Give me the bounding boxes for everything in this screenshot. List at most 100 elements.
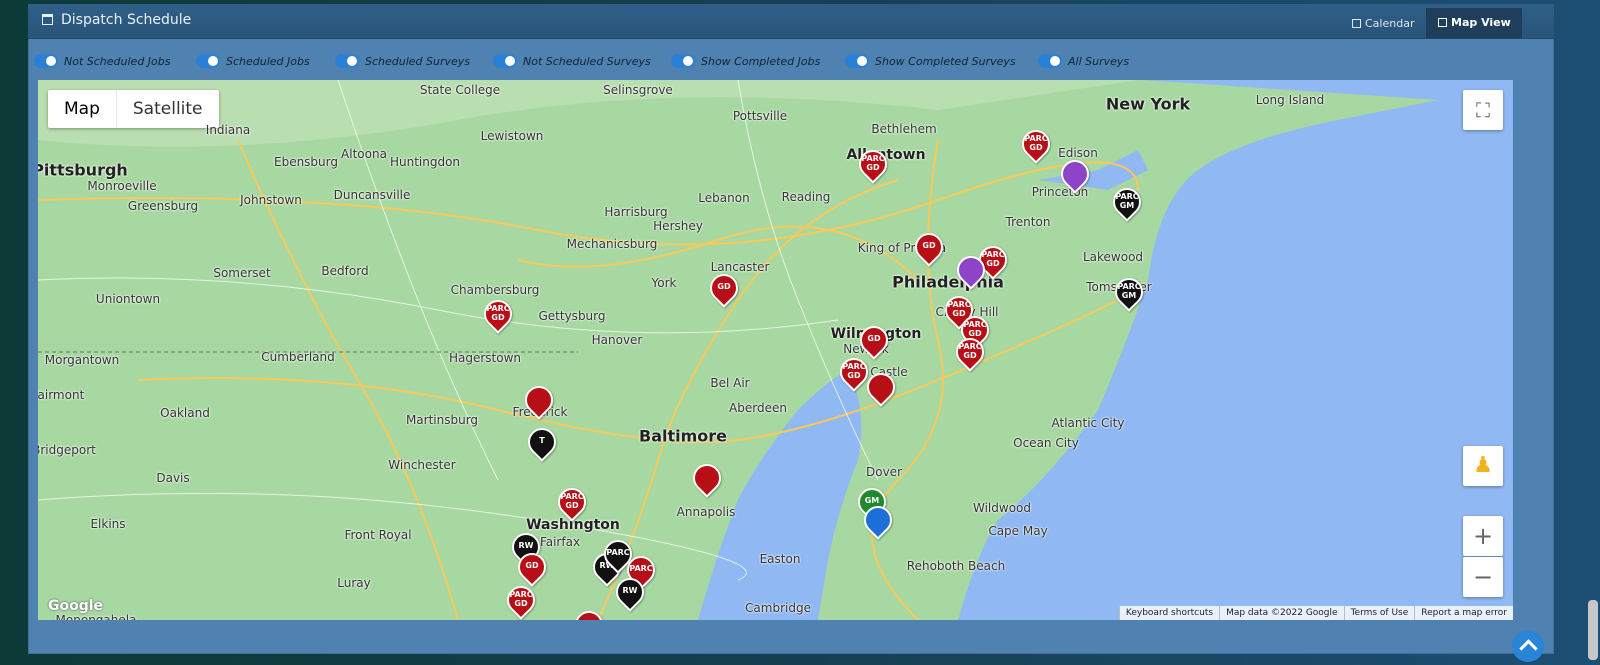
map-marker-pin[interactable]: PARC GD [552,482,592,528]
city-label: Edison [1058,146,1098,160]
city-label: Selinsgrove [603,83,673,97]
keyboard-shortcuts-link[interactable]: Keyboard shortcuts [1118,606,1219,620]
marker-label: GD [867,334,881,343]
map-marker-pin[interactable] [687,458,727,504]
map-marker-pin[interactable] [858,500,898,546]
marker-label: GM [864,496,880,505]
map-marker-pin[interactable]: PARC GD [834,352,874,398]
city-label: Hagerstown [448,351,522,365]
tab-calendar[interactable]: Calendar [1342,10,1424,38]
city-label: Davis [156,471,190,485]
city-label: Easton [759,552,801,566]
filter-bar: Not Scheduled Jobs Scheduled Jobs Schedu… [28,46,1554,76]
toggle-switch[interactable] [845,54,869,68]
toggle-switch[interactable] [671,54,695,68]
map-marker-pin[interactable]: GD [909,227,949,273]
zoom-out-button[interactable]: − [1463,557,1503,597]
city-label: Uniontown [95,292,161,306]
toggle-switch[interactable] [493,54,517,68]
map-type-satellite-button[interactable]: Satellite [117,90,219,128]
city-label: Ebensburg [273,155,339,169]
city-label: Front Royal [344,528,412,542]
scroll-to-top-button[interactable] [1512,630,1544,662]
filter-show-completed-jobs[interactable]: Show Completed Jobs [671,54,820,74]
city-label: Mechanicsburg [566,237,658,251]
city-label: Bedford [321,264,369,278]
city-label: Bridgeport [38,443,96,457]
marker-label: PARC GM [1117,282,1141,300]
panel-title: Dispatch Schedule [42,12,191,28]
city-label: Dover [866,465,902,479]
map-marker-pin[interactable]: RW [610,572,650,618]
terms-of-use-link[interactable]: Terms of Use [1343,606,1415,620]
marker-label: PARC GD [1024,134,1048,152]
city-label: Hanover [591,333,643,347]
plus-icon: + [1472,522,1494,550]
map-marker-pin[interactable] [1055,154,1095,200]
map-type-map-button[interactable]: Map [48,90,117,128]
marker-label: PARC GM [1115,192,1139,210]
map-marker-pin[interactable] [861,367,901,413]
map-canvas[interactable]: Map Satellite ⛶ ♟ + − New York Philadelph… [38,80,1513,620]
city-label: Luray [337,576,371,590]
city-label: Duncansville [333,188,411,202]
toggle-switch[interactable] [1038,54,1062,68]
marker-label: GD [717,282,731,291]
report-map-error-link[interactable]: Report a map error [1414,606,1513,620]
toggle-switch[interactable] [196,54,220,68]
map-marker-pin[interactable]: PARC GD [1016,124,1056,170]
map-marker-pin[interactable] [519,380,559,426]
map-marker-pin[interactable]: T [522,422,562,468]
city-label: Trenton [1005,215,1051,229]
city-label: Johnstown [240,193,302,207]
page-scrollbar[interactable] [1588,600,1598,660]
tab-map-view[interactable]: Map View [1426,8,1522,38]
marker-label: PARC GD [861,154,885,172]
google-logo: Google [48,598,104,614]
marker-label: PARC GD [842,362,866,380]
city-label: Lancaster [710,260,770,274]
filter-not-scheduled-jobs[interactable]: Not Scheduled Jobs [34,54,170,74]
city-label: Rehoboth Beach [906,559,1006,573]
map-marker-pin[interactable]: PARC GD [501,580,541,620]
city-label: Annapolis [676,505,736,519]
map-marker-pin[interactable]: PARC GM [1109,272,1149,318]
filter-scheduled-jobs[interactable]: Scheduled Jobs [196,54,310,74]
toggle-switch[interactable] [335,54,359,68]
filter-scheduled-surveys[interactable]: Scheduled Surveys [335,54,470,74]
fullscreen-icon: ⛶ [1476,98,1490,122]
city-label: Bethlehem [871,122,937,136]
fullscreen-button[interactable]: ⛶ [1463,90,1503,130]
marker-label: GD [922,241,936,250]
filter-all-surveys[interactable]: All Surveys [1038,54,1129,74]
filter-show-completed-surveys[interactable]: Show Completed Surveys [845,54,1016,74]
map-marker-pin[interactable]: GD [569,605,609,620]
map-marker-pin[interactable] [951,250,991,296]
filter-not-scheduled-surveys[interactable]: Not Scheduled Surveys [493,54,651,74]
marker-label: GD [525,561,539,570]
city-label: Indiana [205,123,251,137]
city-label: Monroeville [87,179,157,193]
city-label: Lewistown [480,129,544,143]
toggle-switch[interactable] [34,54,58,68]
zoom-in-button[interactable]: + [1463,516,1503,556]
city-label: Martinsburg [405,413,479,427]
map-data-credit: Map data ©2022 Google [1219,606,1344,620]
marker-label: RW [518,541,534,550]
map-type-control: Map Satellite [48,90,219,128]
map-marker-pin[interactable]: PARC GD [950,332,990,378]
map-marker-pin[interactable]: PARC GD [853,144,893,190]
map-marker-pin[interactable]: PARC GM [1107,182,1147,228]
marker-label: PARC GD [509,590,533,608]
city-label: Bel Air [710,376,750,390]
city-label: State College [419,83,501,97]
map-marker-pin[interactable]: GD [704,268,744,314]
marker-pin-icon [519,380,559,420]
minus-icon: − [1472,563,1494,591]
city-label: Oakland [160,406,210,420]
marker-pin-icon [951,250,991,290]
street-view-pegman[interactable]: ♟ [1463,446,1503,486]
city-label: Atlantic City [1051,416,1125,430]
city-label: Greensburg [127,199,199,213]
map-marker-pin[interactable]: PARC GD [478,294,518,340]
